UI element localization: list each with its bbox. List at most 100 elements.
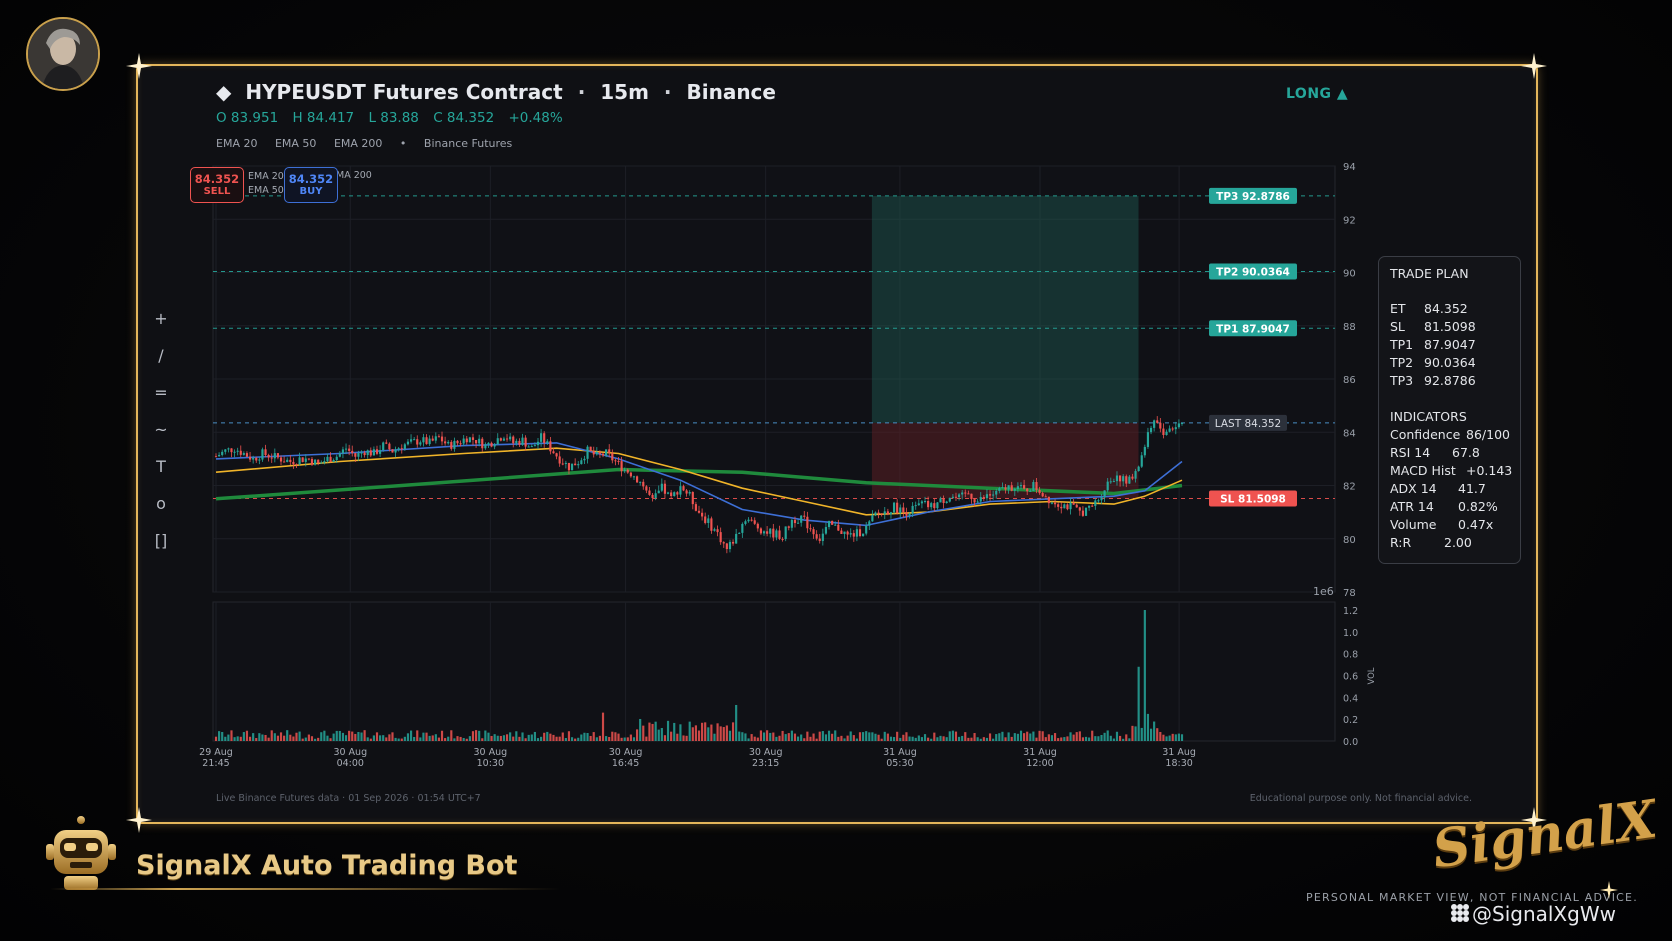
volume-bar xyxy=(385,737,388,741)
volume-bar xyxy=(778,735,781,741)
volume-bar xyxy=(769,732,772,741)
candle-body xyxy=(580,460,583,465)
candle-body xyxy=(827,520,831,528)
candle-body xyxy=(552,451,555,454)
candle-body xyxy=(422,437,425,443)
volume-bar xyxy=(530,734,533,741)
candle-body xyxy=(976,501,979,503)
candle-body xyxy=(920,501,924,504)
candle-body xyxy=(307,458,310,460)
volume-bar xyxy=(354,733,357,741)
plan-key: TP2 xyxy=(1390,355,1414,370)
volume-bar xyxy=(267,737,270,741)
volume-bar xyxy=(456,736,459,741)
volume-bar xyxy=(279,732,283,741)
plan-key: TP1 xyxy=(1390,337,1414,352)
price-tick-label: 88 xyxy=(1343,322,1356,333)
candle-body xyxy=(735,533,738,544)
volume-bar xyxy=(1097,736,1100,741)
volume-bar xyxy=(676,733,679,741)
volume-bar xyxy=(1066,736,1069,741)
volume-bar xyxy=(889,736,893,741)
volume-bar xyxy=(617,733,620,741)
volume-bar xyxy=(369,738,372,741)
buy-button[interactable]: 84.352 BUY xyxy=(284,167,338,203)
volume-bar xyxy=(704,722,707,741)
candle-body xyxy=(1125,476,1128,484)
volume-bar xyxy=(536,738,540,741)
candle-body xyxy=(533,445,536,447)
candle-body xyxy=(979,497,982,502)
candle-body xyxy=(803,515,806,517)
candle-body xyxy=(239,450,242,455)
volume-bar xyxy=(1168,735,1171,741)
volume-bar xyxy=(366,737,369,741)
volume-tick-label: 0.4 xyxy=(1343,693,1358,704)
candle-body xyxy=(614,460,617,462)
volume-bar xyxy=(496,735,499,741)
x-tick-time: 04:00 xyxy=(337,758,364,769)
candle-body xyxy=(834,524,837,526)
volume-bar xyxy=(570,737,574,741)
volume-bar xyxy=(827,730,831,741)
candle-body xyxy=(738,532,741,534)
volume-bar xyxy=(973,733,976,741)
volume-bar xyxy=(574,738,577,741)
volume-bar xyxy=(1134,726,1137,741)
indicators-title: INDICATORS xyxy=(1390,409,1467,424)
candle-body xyxy=(685,490,688,494)
volume-bar xyxy=(440,730,444,741)
volume-bar xyxy=(775,736,778,741)
candle-body xyxy=(973,499,976,503)
candle-body xyxy=(1149,427,1153,433)
volume-bar xyxy=(1026,731,1029,741)
sell-button[interactable]: 84.352 SELL xyxy=(190,167,244,203)
volume-bar xyxy=(982,737,985,741)
x-tick-time: 21:45 xyxy=(202,758,229,769)
volume-bar xyxy=(874,733,877,741)
volume-bar xyxy=(409,730,413,741)
volume-bar xyxy=(313,738,317,741)
volume-bar xyxy=(614,732,617,741)
volume-bar xyxy=(1084,736,1088,741)
candle-body xyxy=(372,449,375,456)
candle-body xyxy=(1156,420,1159,423)
volume-bar xyxy=(800,734,803,741)
x-tick-time: 16:45 xyxy=(612,758,639,769)
x-tick-date: 30 Aug xyxy=(333,747,367,758)
volume-bar xyxy=(815,738,818,741)
volume-bar xyxy=(341,732,345,741)
volume-bar xyxy=(1081,737,1085,741)
candle-body xyxy=(1137,466,1140,472)
candle-body xyxy=(598,451,602,454)
volume-bar xyxy=(357,731,360,741)
candle-body xyxy=(849,533,852,535)
candle-body xyxy=(397,448,400,450)
volume-bar xyxy=(701,722,704,741)
volume-bar xyxy=(611,731,614,741)
volume-bar xyxy=(502,735,506,741)
volume-bar xyxy=(796,736,800,741)
candle-body xyxy=(766,531,769,534)
candle-body xyxy=(666,492,670,494)
candle-body xyxy=(267,455,270,458)
candle-body xyxy=(233,451,236,453)
candle-body xyxy=(939,498,942,503)
candle-body xyxy=(530,446,533,448)
plan-value: 84.352 xyxy=(1424,301,1468,316)
candle-body xyxy=(570,463,574,471)
plan-key: TP3 xyxy=(1390,373,1414,388)
volume-bar xyxy=(824,734,828,741)
candle-body xyxy=(970,493,973,500)
candle-body xyxy=(354,453,357,457)
candle-body xyxy=(809,528,812,530)
volume-bar xyxy=(1016,733,1019,741)
candle-body xyxy=(967,493,970,495)
candle-body xyxy=(694,504,697,511)
volume-bar xyxy=(577,737,580,741)
candle-body xyxy=(1112,481,1115,483)
volume-pane xyxy=(212,601,1336,742)
volume-bar xyxy=(261,734,264,741)
candle-body xyxy=(673,492,676,496)
candle-body xyxy=(317,459,320,464)
